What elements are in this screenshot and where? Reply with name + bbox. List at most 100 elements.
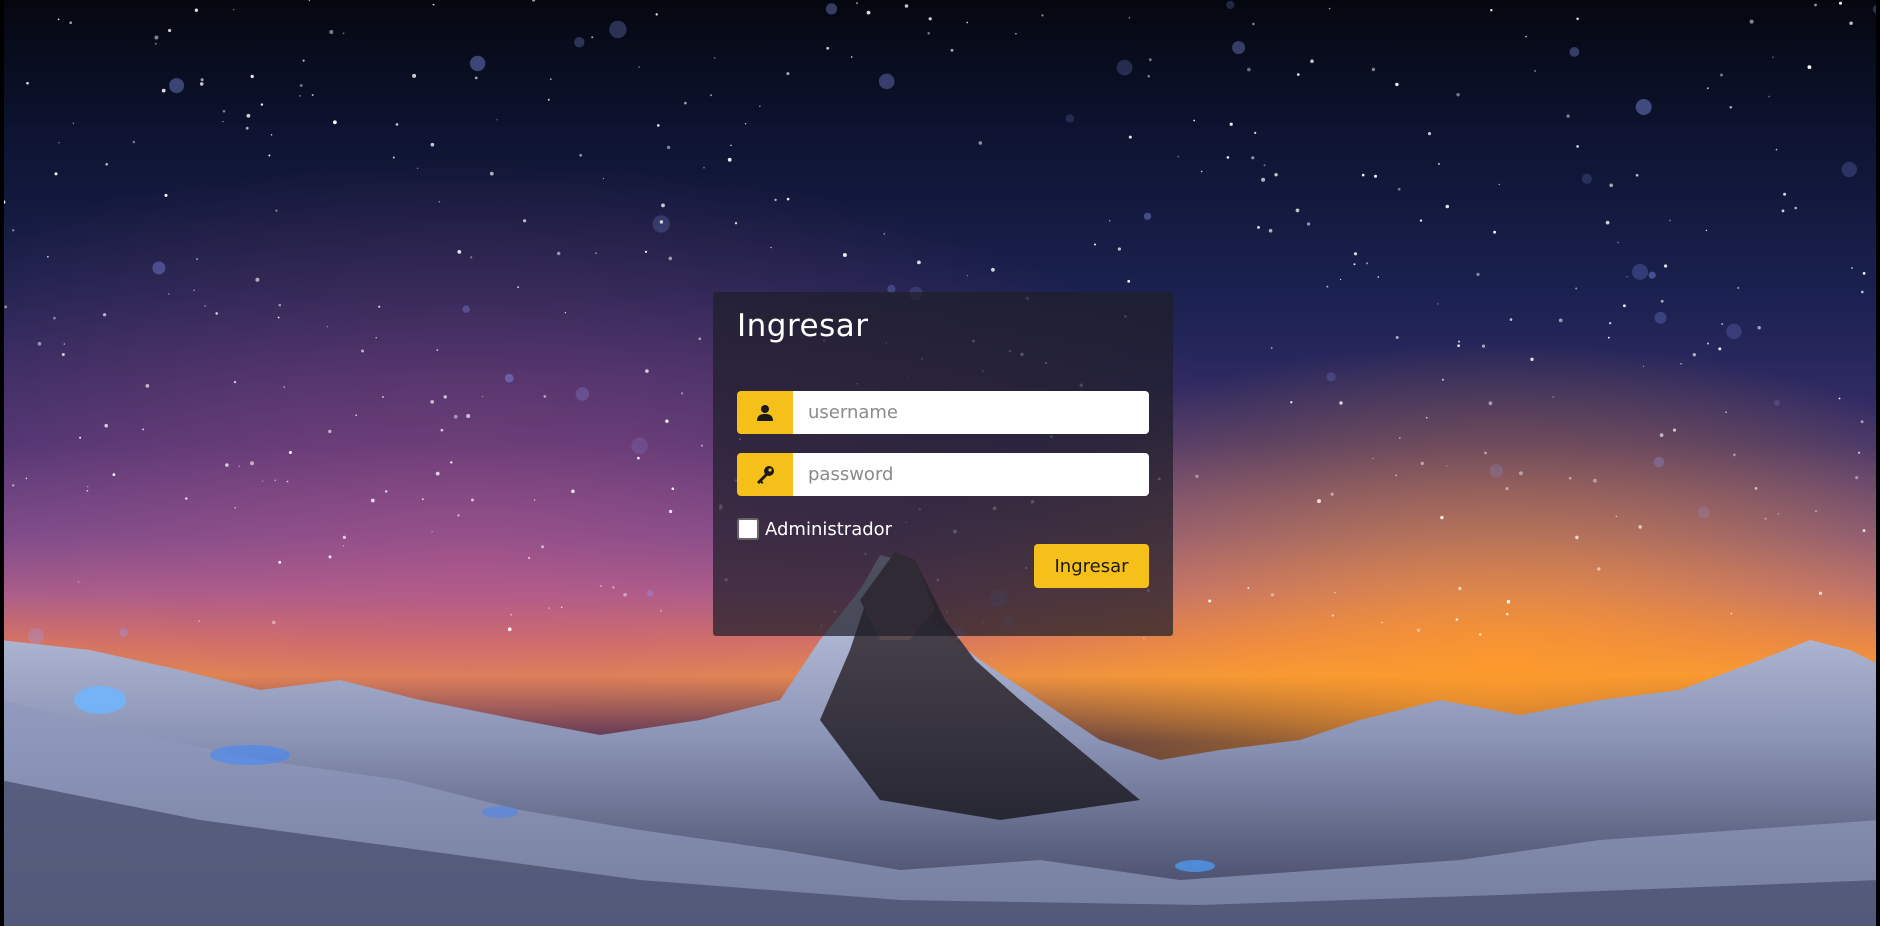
star (730, 144, 732, 147)
star (1818, 591, 1823, 595)
star (453, 414, 458, 419)
star (77, 581, 80, 583)
star (69, 21, 72, 25)
star (1680, 363, 1682, 365)
admin-checkbox[interactable] (737, 518, 759, 540)
password-input[interactable] (793, 453, 1149, 496)
star (1672, 428, 1677, 432)
star (647, 589, 654, 597)
star (1328, 7, 1331, 10)
star (1858, 451, 1861, 454)
star (436, 349, 439, 351)
star (1148, 58, 1152, 62)
star (1128, 17, 1131, 19)
star (1733, 453, 1736, 457)
star (482, 395, 484, 398)
star (328, 555, 332, 559)
star (774, 198, 777, 202)
star (355, 414, 358, 417)
star (744, 123, 747, 125)
star (1261, 177, 1266, 182)
star (1777, 513, 1780, 515)
star (1566, 114, 1570, 118)
star (145, 384, 150, 388)
star (431, 530, 433, 533)
star (119, 627, 128, 637)
star (1575, 287, 1578, 290)
star (534, 499, 536, 501)
star (1334, 592, 1336, 594)
star (286, 480, 289, 483)
star (786, 197, 790, 201)
star (185, 497, 188, 500)
star (154, 35, 159, 40)
star (12, 484, 15, 487)
star (255, 277, 260, 282)
star (272, 620, 276, 625)
star (1458, 340, 1460, 343)
star (1456, 93, 1460, 97)
star (1754, 487, 1758, 490)
star (1270, 593, 1275, 597)
star (595, 252, 597, 254)
star (842, 253, 847, 257)
star (1775, 148, 1778, 151)
star (72, 122, 75, 125)
star (574, 37, 585, 48)
star (1445, 204, 1450, 209)
star (825, 3, 838, 15)
star (1143, 212, 1152, 220)
star (395, 123, 399, 126)
star (1297, 73, 1300, 76)
star (1642, 365, 1644, 367)
star (329, 30, 334, 34)
star (1615, 515, 1617, 517)
star (1372, 457, 1374, 460)
star (1534, 70, 1536, 72)
star (1664, 264, 1668, 268)
star (548, 607, 550, 609)
star (234, 506, 237, 509)
star (1764, 517, 1767, 520)
star (1525, 35, 1527, 38)
star (1772, 56, 1774, 58)
star (1094, 243, 1096, 246)
submit-button[interactable]: Ingresar (1034, 544, 1149, 588)
star (1519, 471, 1523, 476)
star (1147, 74, 1150, 78)
star (1632, 263, 1649, 280)
star (623, 592, 627, 597)
username-input[interactable] (793, 391, 1149, 434)
login-card: Ingresar Administrador (713, 292, 1173, 636)
star (283, 386, 285, 388)
star (1142, 637, 1145, 640)
star (609, 20, 627, 39)
star (204, 305, 206, 307)
star (602, 177, 605, 180)
star (1340, 278, 1342, 281)
star (326, 325, 329, 328)
admin-option[interactable]: Administrador (737, 518, 892, 540)
star (528, 557, 530, 559)
star (1849, 21, 1853, 25)
star (1862, 529, 1866, 533)
star (430, 400, 435, 404)
star (1128, 135, 1132, 139)
star (1568, 476, 1572, 480)
star (1326, 372, 1336, 382)
star (378, 305, 381, 308)
star (1416, 628, 1421, 632)
star (700, 444, 704, 447)
star (1730, 612, 1733, 615)
star (1505, 612, 1509, 616)
star (856, 2, 858, 5)
key-icon (737, 453, 793, 496)
star (1635, 99, 1652, 115)
star (278, 560, 282, 564)
star (333, 120, 337, 125)
star (1226, 156, 1230, 159)
star (342, 544, 345, 547)
star (1490, 9, 1493, 12)
star (1569, 47, 1580, 57)
star (1127, 279, 1131, 283)
